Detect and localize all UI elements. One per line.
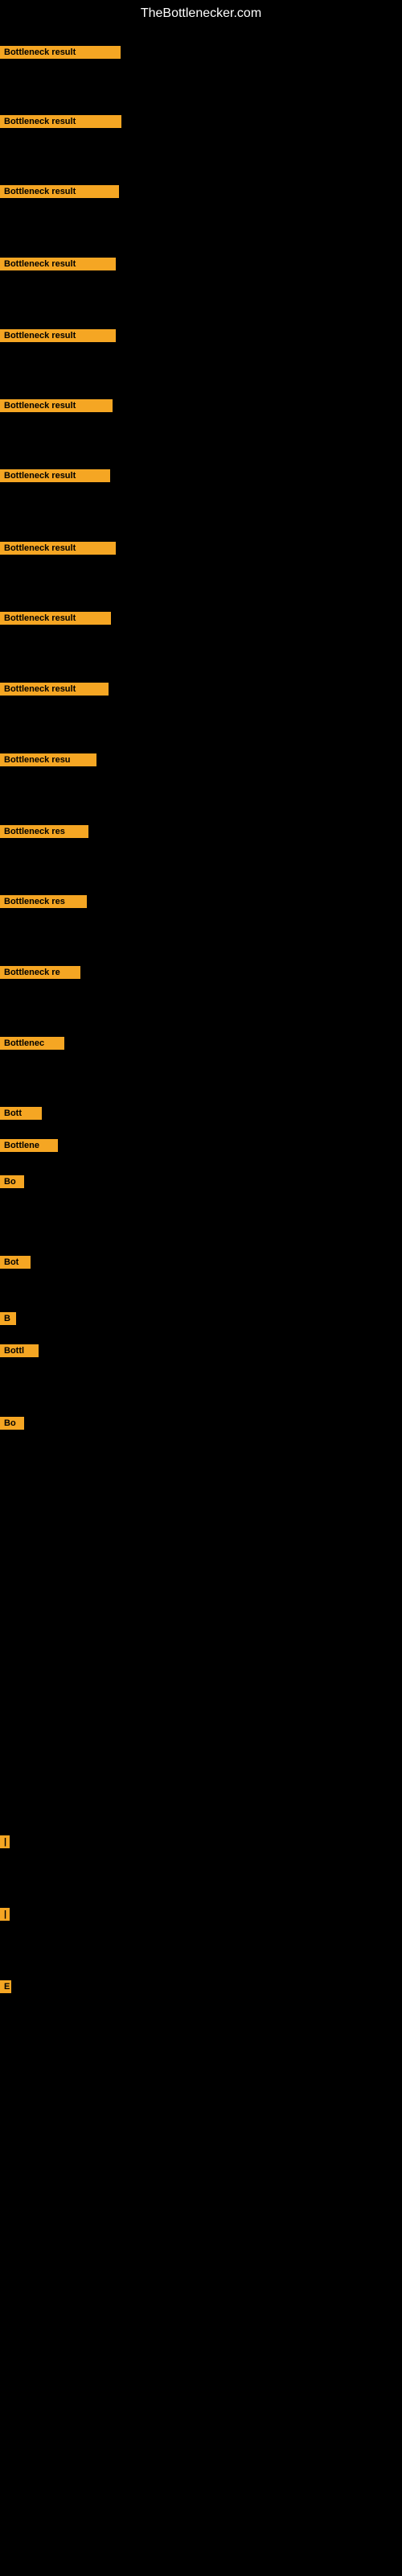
badge-8: Bottleneck result [0,542,116,555]
badge-7: Bottleneck result [0,469,110,482]
badge-24: | [0,1908,10,1921]
badge-1: Bottleneck result [0,46,121,59]
badge-23: | [0,1835,10,1848]
badge-21: Bottl [0,1344,39,1357]
badge-11: Bottleneck resu [0,753,96,766]
badge-10: Bottleneck result [0,683,109,696]
badge-17: Bottlene [0,1139,58,1152]
badge-20: B [0,1312,16,1325]
badge-15: Bottlenec [0,1037,64,1050]
badge-18: Bo [0,1175,24,1188]
badge-3: Bottleneck result [0,185,119,198]
badge-25: E [0,1980,11,1993]
badge-9: Bottleneck result [0,612,111,625]
badge-19: Bot [0,1256,31,1269]
site-title: TheBottlenecker.com [0,0,402,27]
badge-22: Bo [0,1417,24,1430]
badge-2: Bottleneck result [0,115,121,128]
badge-13: Bottleneck res [0,895,87,908]
site-title-text: TheBottlenecker.com [141,6,261,20]
badge-14: Bottleneck re [0,966,80,979]
badge-6: Bottleneck result [0,399,113,412]
badge-16: Bott [0,1107,42,1120]
badge-12: Bottleneck res [0,825,88,838]
badge-5: Bottleneck result [0,329,116,342]
badge-4: Bottleneck result [0,258,116,270]
